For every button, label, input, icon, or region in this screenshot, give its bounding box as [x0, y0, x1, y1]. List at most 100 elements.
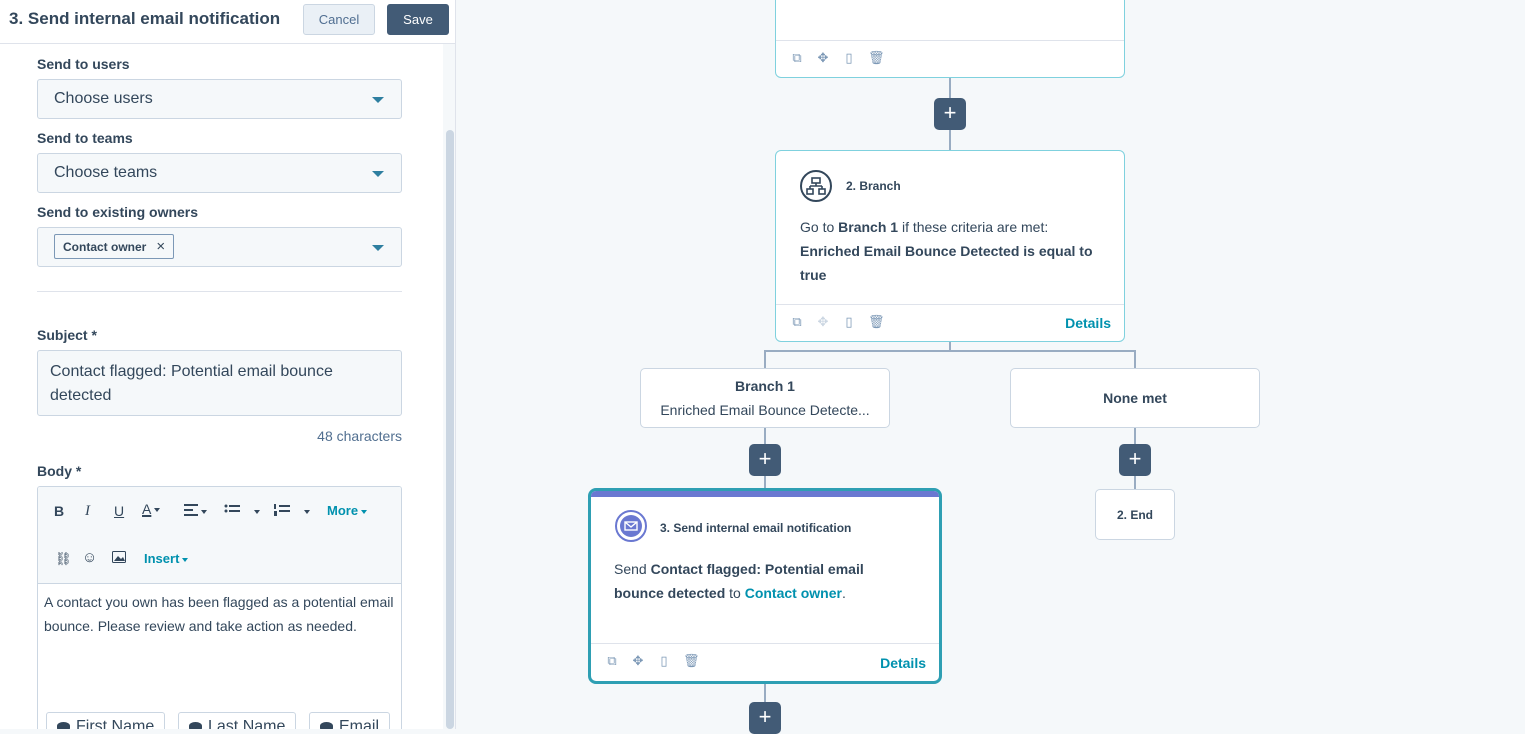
branch-card-title: 2. Branch [846, 179, 901, 193]
image-icon [112, 551, 126, 563]
italic-button[interactable]: I [85, 503, 90, 520]
move-icon[interactable]: ✥ [816, 315, 830, 329]
text: Go to [800, 219, 839, 235]
more-menu[interactable]: More [327, 503, 368, 518]
body-text[interactable]: A contact you own has been flagged as a … [44, 590, 394, 638]
cancel-button[interactable]: Cancel [303, 4, 375, 35]
end-box[interactable]: 2. End [1095, 489, 1175, 540]
clipboard-icon[interactable]: ▯ [842, 315, 856, 329]
text: Send [614, 561, 651, 577]
details-link[interactable]: Details [1065, 315, 1111, 331]
send-to-teams-value: Choose teams [54, 164, 158, 181]
add-action-button[interactable]: + [749, 444, 781, 476]
token-label: Last Name [208, 718, 286, 729]
end-label: 2. End [1116, 508, 1153, 522]
send-to-owners-label: Send to existing owners [37, 204, 199, 220]
copy-icon[interactable]: ⧉ [790, 315, 804, 329]
numbered-list-icon [274, 504, 290, 516]
owner-tag-label: Contact owner [63, 239, 147, 254]
move-icon[interactable]: ✥ [816, 51, 830, 65]
send-to-teams-label: Send to teams [37, 130, 133, 146]
caret-down-icon [372, 245, 384, 251]
email-token[interactable]: Email [309, 712, 391, 729]
card-footer: ⧉ ✥ ▯ 🗑 Details [776, 304, 1124, 341]
chevron-down-icon [201, 510, 207, 515]
save-button[interactable]: Save [387, 4, 449, 35]
scrollbar-thumb[interactable] [446, 130, 454, 729]
link-button[interactable]: ⛓ [55, 551, 72, 567]
connector-line [764, 350, 1136, 352]
none-met-box[interactable]: None met [1010, 368, 1260, 428]
first-name-token[interactable]: First Name [46, 712, 166, 729]
move-icon[interactable]: ✥ [631, 654, 645, 668]
send-to-owners-dropdown[interactable]: Contact owner × [37, 227, 402, 267]
delete-icon[interactable]: 🗑 [868, 51, 885, 65]
database-icon [320, 722, 333, 729]
caret-down-icon [372, 171, 384, 177]
copy-icon[interactable]: ⧉ [605, 654, 619, 668]
text: to [725, 585, 745, 601]
font-color-button[interactable]: A [142, 501, 161, 517]
branch-1-title: Branch 1 [735, 378, 795, 394]
insert-label: Insert [144, 551, 180, 566]
bullet-list-icon [224, 504, 240, 513]
send-to-users-value: Choose users [54, 90, 153, 107]
subject-input[interactable]: Contact flagged: Potential email bounce … [37, 350, 402, 416]
email-notification-card[interactable]: 3. Send internal email notification Send… [588, 488, 942, 684]
delete-icon[interactable]: 🗑 [868, 315, 885, 329]
owner-tag: Contact owner × [54, 234, 175, 259]
details-link[interactable]: Details [880, 655, 926, 671]
action-editor-panel: 3. Send internal email notification Canc… [0, 0, 456, 729]
add-action-button[interactable]: + [749, 702, 781, 734]
image-button[interactable] [112, 550, 126, 566]
underline-button[interactable]: U [114, 503, 124, 519]
clipboard-icon[interactable]: ▯ [842, 51, 856, 65]
delete-icon[interactable]: 🗑 [683, 654, 700, 668]
none-met-title: None met [1103, 390, 1167, 406]
body-label: Body * [37, 463, 82, 479]
send-to-teams-dropdown[interactable]: Choose teams [37, 153, 402, 193]
numbered-list-button[interactable] [274, 503, 310, 519]
text: if these criteria are met: [898, 219, 1049, 235]
branch-name: Branch 1 [838, 219, 899, 235]
connector-line [764, 350, 766, 368]
insert-menu[interactable]: Insert [144, 551, 189, 566]
body-editor[interactable]: B I U A More ⛓ ☺ Insert A contact you ow… [37, 486, 402, 729]
send-to-users-label: Send to users [37, 56, 130, 72]
copy-icon[interactable]: ⧉ [790, 51, 804, 65]
panel-title: 3. Send internal email notification [9, 9, 281, 28]
clipboard-icon[interactable]: ▯ [657, 654, 671, 668]
section-divider [37, 291, 402, 292]
chevron-down-icon [361, 509, 368, 514]
previous-action-card[interactable]: ⧉ ✥ ▯ 🗑 [775, 0, 1125, 78]
bullet-list-button[interactable] [224, 503, 260, 519]
add-action-button[interactable]: + [1119, 444, 1151, 476]
card-top-bar [591, 491, 939, 497]
remove-tag-icon[interactable]: × [156, 238, 165, 255]
recipient-link[interactable]: Contact owner [745, 585, 842, 601]
database-icon [189, 722, 202, 729]
last-name-token[interactable]: Last Name [178, 712, 297, 729]
chevron-down-icon [154, 508, 161, 513]
email-card-description: Send Contact flagged: Potential email bo… [614, 557, 914, 605]
add-action-button[interactable]: + [934, 98, 966, 130]
send-to-users-dropdown[interactable]: Choose users [37, 79, 402, 119]
chevron-down-icon [303, 510, 310, 515]
email-icon [615, 510, 647, 542]
emoji-button[interactable]: ☺ [82, 549, 97, 566]
email-card-title: 3. Send internal email notification [660, 521, 852, 535]
bold-button[interactable]: B [54, 503, 64, 519]
panel-header: 3. Send internal email notification Canc… [0, 0, 455, 44]
chevron-down-icon [253, 510, 260, 515]
branch-card[interactable]: 2. Branch Go to Branch 1 if these criter… [775, 150, 1125, 342]
card-footer: ⧉ ✥ ▯ 🗑 [776, 40, 1124, 77]
caret-down-icon [372, 97, 384, 103]
chevron-down-icon [182, 557, 189, 562]
branch-1-box[interactable]: Branch 1 Enriched Email Bounce Detecte..… [640, 368, 890, 428]
align-left-icon [184, 504, 198, 516]
character-count: 48 characters [317, 428, 402, 444]
database-icon [57, 722, 70, 729]
token-label: Email [339, 718, 380, 729]
branch-card-description: Go to Branch 1 if these criteria are met… [800, 215, 1105, 287]
align-button[interactable] [184, 503, 207, 519]
